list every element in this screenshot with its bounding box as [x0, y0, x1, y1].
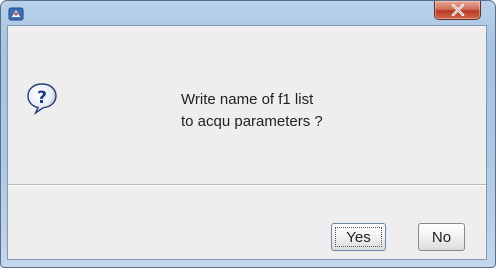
question-icon: ? [25, 81, 59, 115]
close-icon [451, 4, 465, 16]
dialog-message: Write name of f1 list to acqu parameters… [181, 89, 323, 133]
close-button[interactable] [434, 1, 481, 20]
no-button[interactable]: No [418, 223, 465, 251]
dialog-content: ? [7, 25, 487, 260]
message-line-2: to acqu parameters ? [181, 113, 323, 130]
yes-button[interactable]: Yes [331, 223, 386, 251]
app-icon [8, 5, 24, 21]
message-line-1: Write name of f1 list [181, 91, 314, 108]
titlebar [1, 1, 495, 25]
button-divider [8, 184, 486, 186]
svg-text:?: ? [37, 88, 47, 108]
